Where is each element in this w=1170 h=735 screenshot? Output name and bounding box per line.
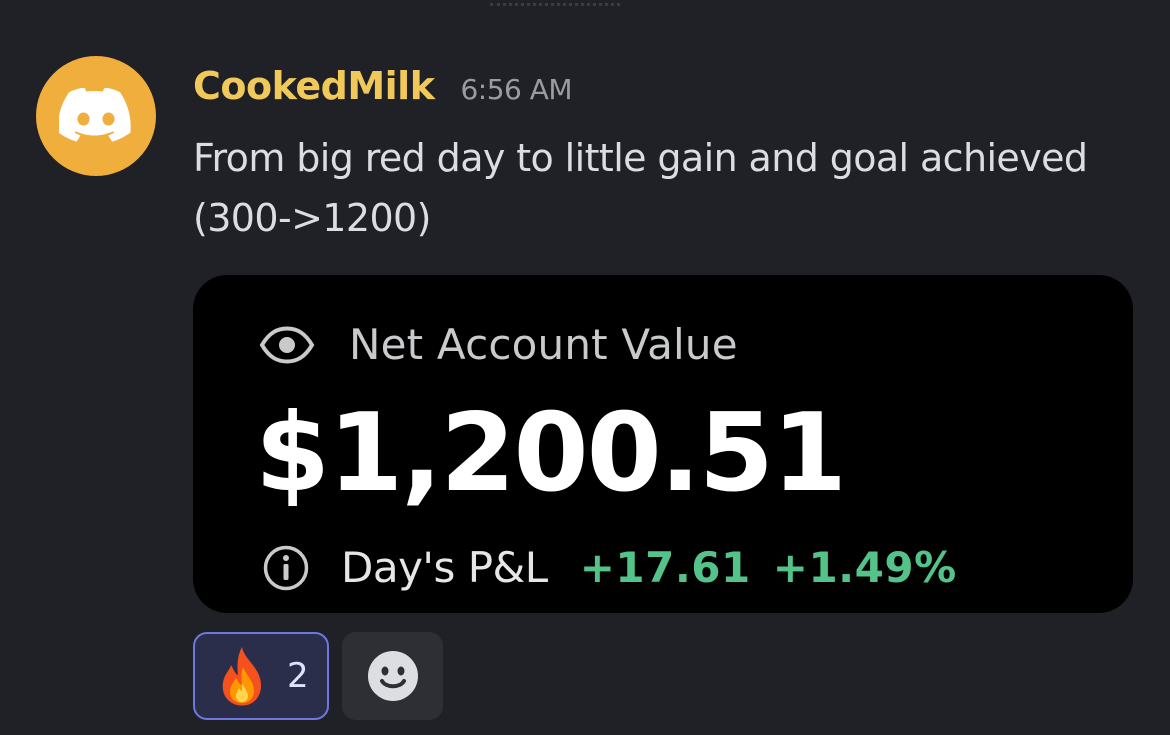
net-account-row: Net Account Value xyxy=(259,320,738,369)
reaction-fire[interactable]: 2 xyxy=(193,632,329,720)
timestamp[interactable]: 6:56 AM xyxy=(460,73,572,106)
discord-logo-icon xyxy=(59,88,131,142)
net-account-label: Net Account Value xyxy=(349,320,738,369)
account-balance: $1,200.51 xyxy=(255,391,847,516)
avatar[interactable] xyxy=(36,56,156,176)
message-content: From big red day to little gain and goal… xyxy=(193,136,1088,240)
previous-message-fragment xyxy=(490,0,620,6)
eye-icon xyxy=(259,325,315,364)
smiley-icon xyxy=(367,651,418,701)
username[interactable]: CookedMilk xyxy=(193,64,435,108)
message-header: CookedMilk 6:56 AM xyxy=(193,64,573,108)
fire-icon xyxy=(222,647,262,706)
chat-message: CookedMilk 6:56 AM From big red day to l… xyxy=(0,0,1170,735)
pnl-label: Day's P&L xyxy=(341,543,548,592)
pnl-row: Day's P&L +17.61 +1.49% xyxy=(263,543,957,592)
info-icon xyxy=(263,545,309,590)
add-reaction-button[interactable] xyxy=(342,632,443,720)
account-embed-image[interactable]: Net Account Value $1,200.51 Day's P&L +1… xyxy=(193,275,1133,613)
reaction-count: 2 xyxy=(287,656,309,696)
pnl-value: +17.61 xyxy=(579,543,751,592)
pnl-percent: +1.49% xyxy=(772,543,957,592)
